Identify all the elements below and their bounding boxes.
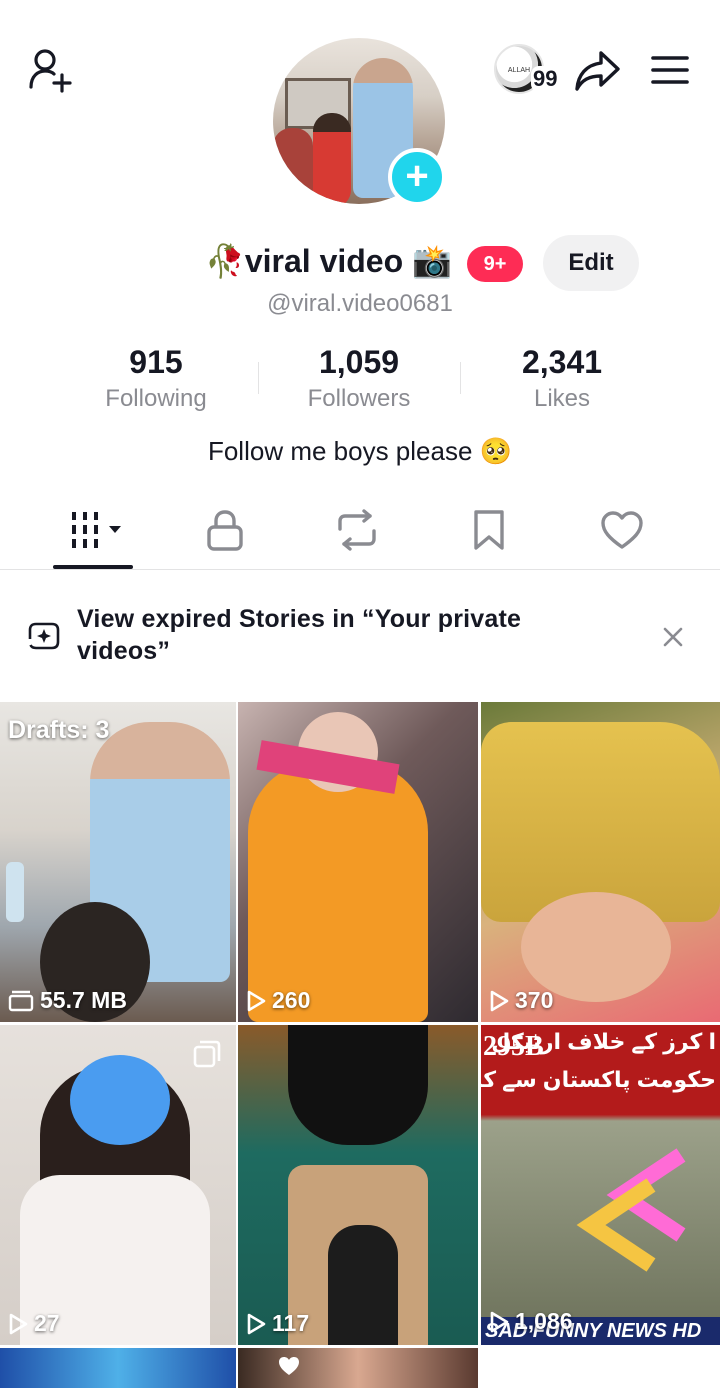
- username-handle: @viral.video0681: [267, 290, 453, 317]
- mini-avatar-text: ALLAH: [507, 67, 531, 74]
- video-tile[interactable]: 260: [238, 702, 478, 1022]
- stat-value: 2,341: [521, 344, 603, 380]
- stat-divider: [460, 362, 461, 394]
- repost-icon: [338, 509, 376, 551]
- double-chevron-graphic: [576, 1148, 686, 1272]
- heart-outline-icon: [601, 511, 643, 549]
- video-tile[interactable]: 370: [481, 702, 720, 1022]
- display-name: 🥀viral video 📸: [205, 243, 452, 279]
- drafts-label: Drafts: 3: [8, 716, 110, 744]
- multi-photo-icon: [193, 1040, 221, 1068]
- video-tile-count: 370: [489, 987, 553, 1014]
- heart-icon: [279, 1357, 299, 1375]
- video-tile-drafts[interactable]: Drafts: 3 55.7 MB: [0, 702, 236, 1022]
- play-icon: [490, 990, 509, 1011]
- notification-badge[interactable]: 9+: [467, 246, 523, 282]
- view-count: 260: [272, 987, 311, 1013]
- play-icon: [9, 1313, 28, 1334]
- grid-videos-icon: [72, 512, 121, 548]
- video-tile-count: 55.7 MB: [8, 987, 127, 1014]
- tab-private[interactable]: [165, 500, 285, 560]
- video-tile[interactable]: 117: [238, 1025, 478, 1345]
- video-tile-count: 117: [246, 1310, 309, 1337]
- stat-followers[interactable]: 1,059 Followers: [259, 344, 459, 413]
- video-tile-count: 1,086: [489, 1308, 573, 1335]
- add-friend-button[interactable]: [18, 40, 78, 100]
- username-row: 🥀viral video 📸 9+ Edit: [0, 235, 720, 291]
- view-count: 370: [515, 987, 554, 1013]
- tab-liked[interactable]: [562, 500, 682, 560]
- banner-text: View expired Stories in “Your private vi…: [77, 605, 522, 665]
- stat-label: Followers: [307, 385, 411, 412]
- menu-button[interactable]: [644, 44, 696, 96]
- video-tile-count: 27: [8, 1310, 60, 1337]
- stat-value: 1,059: [318, 344, 400, 380]
- video-tile-news[interactable]: 295B ا کرز کے خلاف ارٹیکل حکومت پاکستان …: [481, 1025, 720, 1345]
- video-tile[interactable]: [238, 1348, 478, 1388]
- story-sparkle-icon: [28, 622, 60, 650]
- stat-value: 915: [129, 344, 183, 380]
- tab-videos[interactable]: [40, 500, 160, 560]
- share-button[interactable]: [570, 44, 624, 98]
- tabs-divider: [0, 569, 720, 570]
- notification-count: 99: [531, 66, 560, 92]
- hamburger-menu-icon: [651, 56, 689, 84]
- view-count: 117: [272, 1310, 310, 1336]
- urdu-line-1: ا کرز کے خلاف ارٹیکل: [491, 1029, 716, 1054]
- draft-size: 55.7 MB: [40, 987, 127, 1013]
- edit-profile-button[interactable]: Edit: [543, 235, 639, 291]
- drafts-icon: [8, 990, 34, 1011]
- urdu-line-2: حکومت پاکستان سے کاروائی کا م: [481, 1067, 716, 1092]
- add-user-icon: [29, 49, 72, 93]
- stat-likes[interactable]: 2,341 Likes: [462, 344, 662, 413]
- video-tile[interactable]: 27: [0, 1025, 236, 1345]
- lock-icon: [207, 510, 243, 551]
- view-count: 1,086: [515, 1308, 573, 1334]
- close-icon[interactable]: [660, 624, 686, 650]
- stat-label: Likes: [533, 385, 591, 412]
- bookmark-icon: [474, 510, 504, 550]
- expired-stories-banner[interactable]: View expired Stories in “Your private vi…: [0, 571, 720, 701]
- video-tile[interactable]: [0, 1348, 236, 1388]
- add-story-plus-icon[interactable]: +: [388, 148, 446, 206]
- stat-label: Following: [105, 385, 207, 412]
- tab-favorites[interactable]: [429, 500, 549, 560]
- play-icon: [247, 1313, 266, 1334]
- view-count: 27: [34, 1310, 60, 1336]
- tab-reposts[interactable]: [297, 500, 417, 560]
- stat-following[interactable]: 915 Following: [56, 344, 256, 413]
- play-icon: [247, 990, 266, 1011]
- share-arrow-icon: [575, 51, 620, 91]
- profile-bio: Follow me boys please 🥺: [207, 436, 513, 466]
- play-icon: [490, 1311, 509, 1332]
- video-tile-count: 260: [246, 987, 310, 1014]
